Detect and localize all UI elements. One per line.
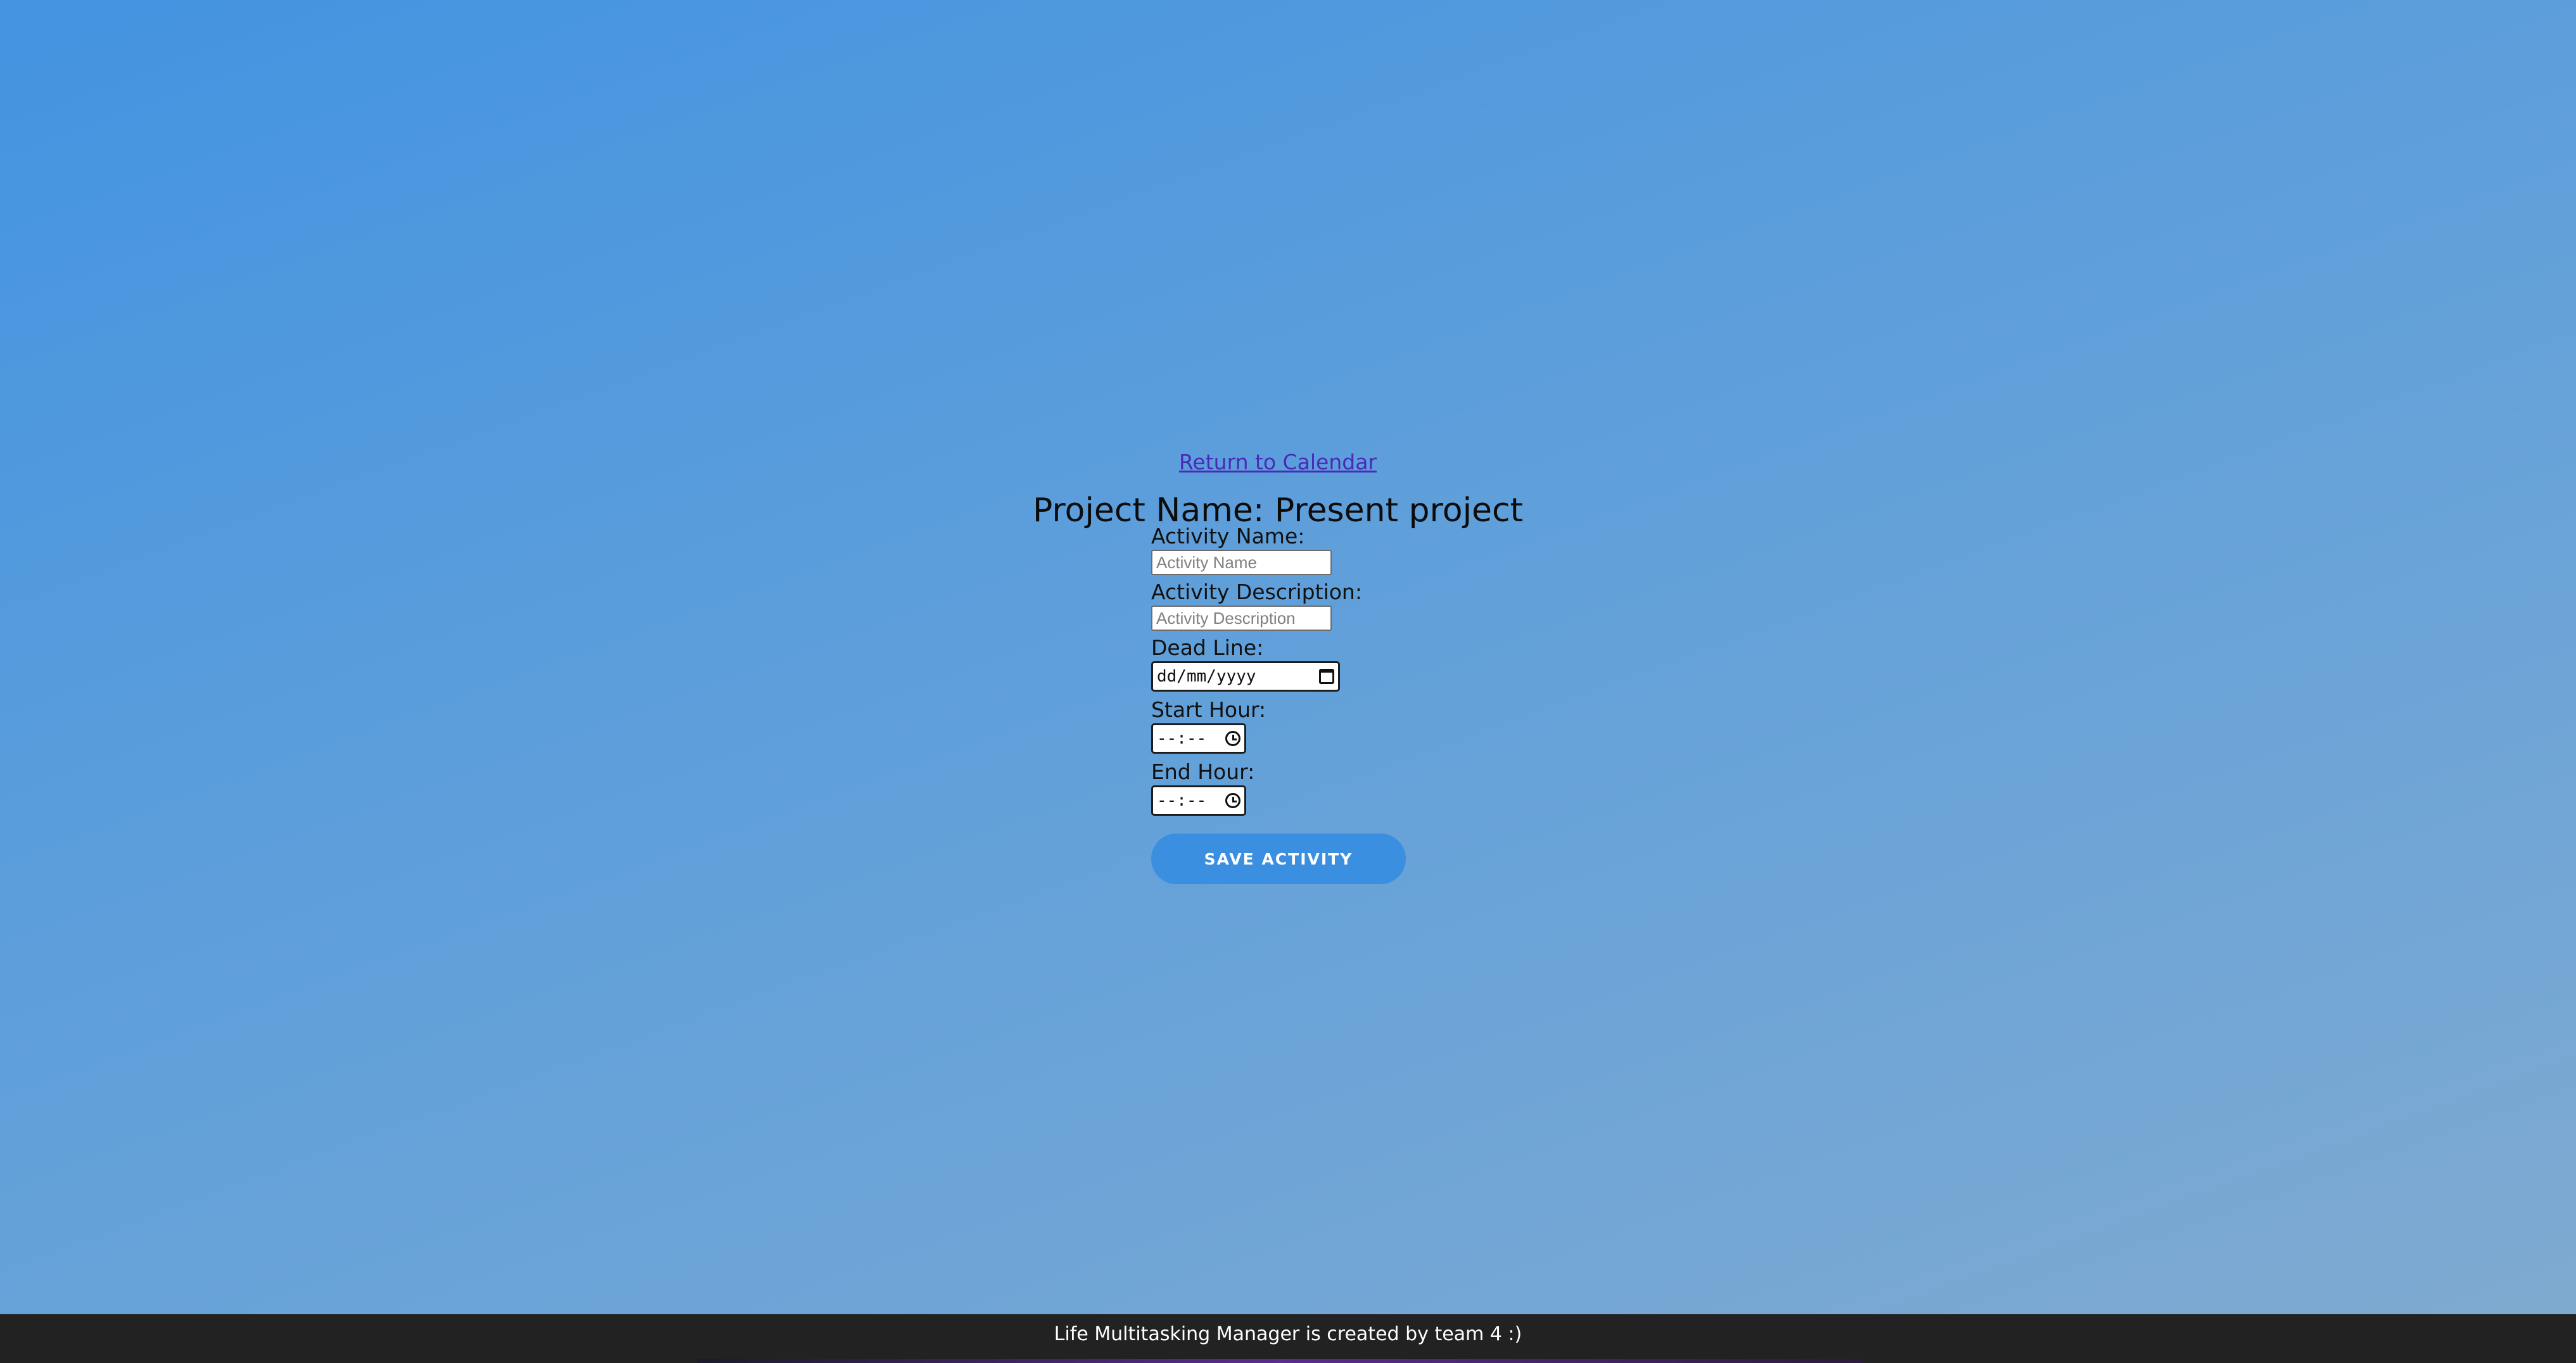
deadline-date-value: dd/mm/yyyy: [1157, 667, 1256, 686]
activity-form: Activity Name: Activity Description: Dea…: [1151, 523, 1531, 884]
end-hour-input[interactable]: --:--: [1151, 785, 1246, 816]
deadline-label: Dead Line:: [1151, 635, 1264, 660]
activity-description-label: Activity Description:: [1151, 580, 1362, 604]
start-hour-value: --:--: [1157, 729, 1207, 748]
save-activity-button[interactable]: Save Activity: [1151, 834, 1406, 884]
page-container: Return to Calendar Project Name: Present…: [0, 0, 2576, 1314]
activity-name-label: Activity Name:: [1151, 524, 1305, 548]
activity-name-input[interactable]: [1151, 550, 1332, 575]
footer-accent-bar: [697, 1359, 1863, 1363]
activity-description-input[interactable]: [1151, 605, 1332, 631]
deadline-date-input[interactable]: dd/mm/yyyy: [1151, 661, 1340, 692]
return-to-calendar-link[interactable]: Return to Calendar: [0, 450, 2556, 475]
end-hour-value: --:--: [1157, 791, 1207, 810]
footer: Life Multitasking Manager is created by …: [0, 1314, 2576, 1363]
clock-icon[interactable]: [1225, 793, 1240, 808]
start-hour-input[interactable]: --:--: [1151, 723, 1246, 754]
clock-icon[interactable]: [1225, 731, 1240, 746]
footer-credit-text: Life Multitasking Manager is created by …: [1054, 1323, 1522, 1345]
start-hour-label: Start Hour:: [1151, 697, 1266, 722]
end-hour-label: End Hour:: [1151, 759, 1255, 784]
calendar-icon[interactable]: [1319, 669, 1334, 684]
